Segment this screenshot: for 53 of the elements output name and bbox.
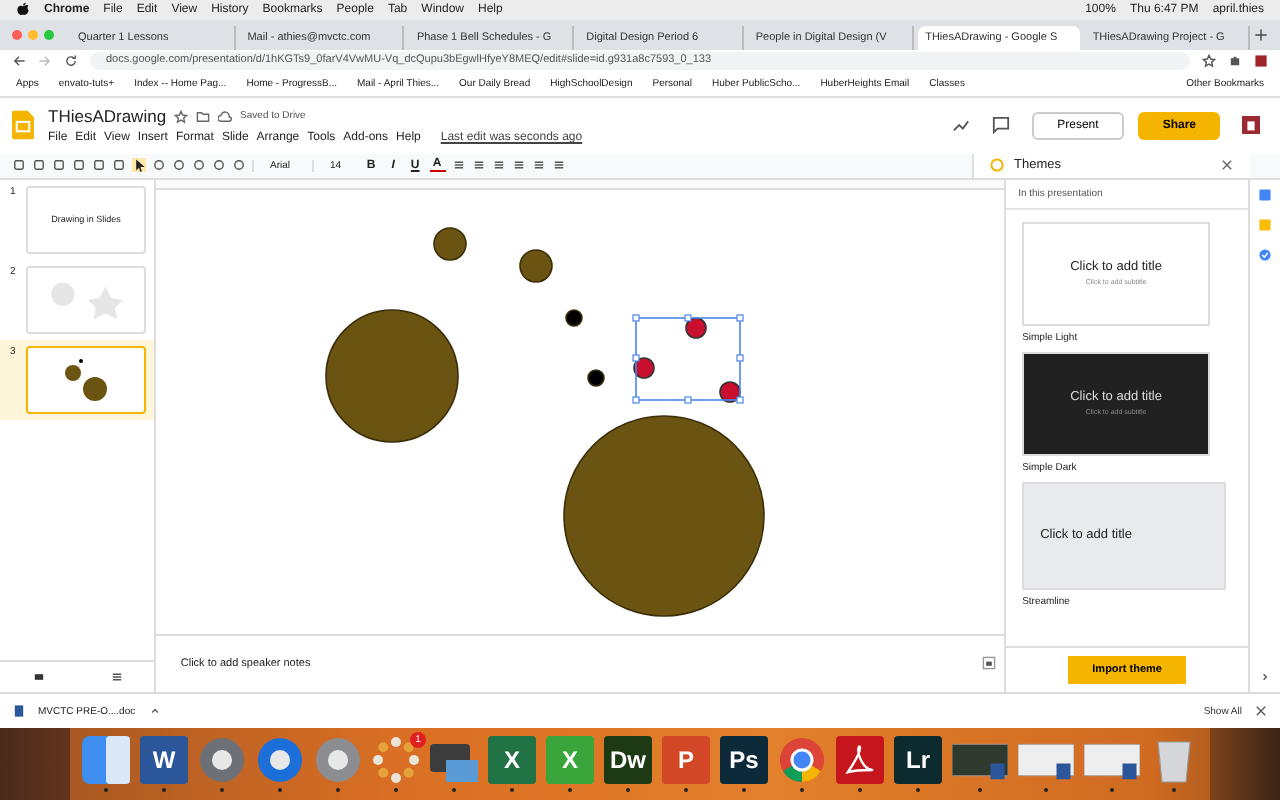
circles-drawing	[64, 357, 108, 402]
close-icon[interactable]	[1220, 158, 1234, 173]
grid-view-icon[interactable]	[31, 670, 46, 685]
check-icon[interactable]	[1258, 247, 1273, 262]
dots-app-icon[interactable]	[372, 736, 420, 784]
round-app-icon[interactable]	[198, 736, 246, 784]
circle-shape[interactable]	[588, 368, 606, 387]
circle-shape[interactable]	[520, 248, 554, 283]
document-icon	[12, 704, 26, 719]
toolbar-icon[interactable]	[511, 158, 526, 173]
pdf-icon[interactable]	[836, 736, 884, 784]
chevron-right-icon[interactable]	[1258, 670, 1273, 685]
list-view-icon[interactable]	[109, 670, 124, 685]
star-icon[interactable]	[174, 109, 189, 124]
star-icon[interactable]	[1202, 54, 1216, 69]
circle-shape[interactable]	[566, 308, 584, 327]
chrome-icon[interactable]	[778, 736, 826, 784]
circle-shape[interactable]	[433, 226, 468, 261]
cloud-icon	[218, 109, 233, 124]
toolbar-icon[interactable]	[491, 158, 506, 173]
chevron-up-icon[interactable]	[147, 704, 162, 719]
circle-shape[interactable]	[564, 414, 766, 617]
explore-icon[interactable]	[982, 656, 997, 671]
avatar-icon[interactable]	[1242, 116, 1260, 135]
selection-box[interactable]	[633, 313, 745, 404]
calendar-icon[interactable]	[1258, 187, 1273, 202]
app-icon[interactable]: Ps	[720, 736, 768, 784]
circle-shape[interactable]	[325, 308, 460, 443]
slide-thumbnail[interactable]	[26, 345, 146, 414]
round-app-icon[interactable]	[314, 736, 362, 784]
app-icon[interactable]: Dw	[604, 736, 652, 784]
toolbar-icon[interactable]	[451, 158, 466, 173]
finder-icon[interactable]	[82, 736, 130, 784]
cursor-icon[interactable]	[132, 158, 146, 173]
app-icon[interactable]: W	[140, 736, 188, 784]
app-icon[interactable]: X	[488, 736, 536, 784]
folder-icon[interactable]	[196, 109, 211, 124]
back-icon[interactable]	[12, 54, 26, 69]
close-icon[interactable]	[1254, 704, 1268, 719]
reload-icon[interactable]	[64, 54, 78, 69]
app-icon[interactable]: P	[662, 736, 710, 784]
new-tab-icon[interactable]	[1254, 27, 1269, 42]
activity-icon[interactable]	[951, 116, 970, 135]
app-icon[interactable]: Lr	[894, 736, 942, 784]
toolbar-icon[interactable]	[551, 158, 566, 173]
round-app-icon[interactable]	[256, 736, 304, 784]
toolbar-icon[interactable]	[531, 158, 546, 173]
toolbar-icon[interactable]	[471, 158, 486, 173]
comment-icon[interactable]	[991, 116, 1010, 135]
palette-icon	[990, 158, 1004, 173]
document-title[interactable]: THiesADrawing	[48, 106, 167, 127]
apple-icon[interactable]	[16, 2, 30, 17]
slide-thumbnail[interactable]	[26, 265, 146, 334]
